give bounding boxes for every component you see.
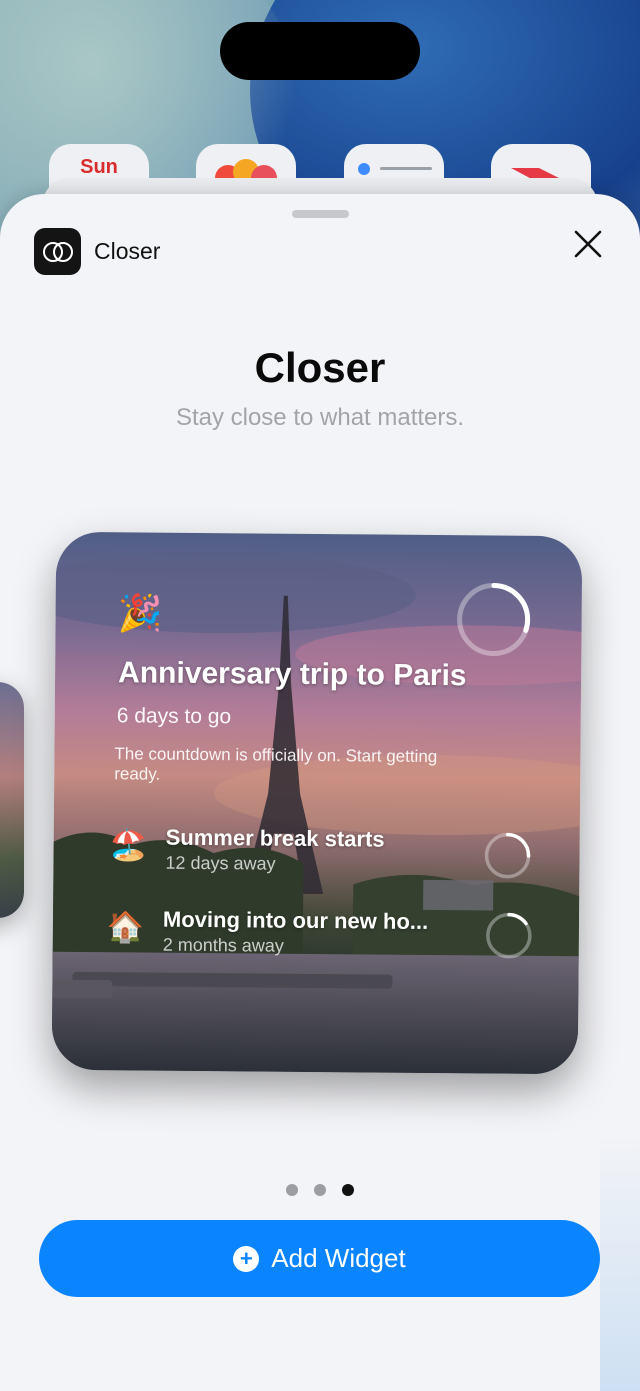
page-subtitle: Stay close to what matters. bbox=[175, 404, 465, 431]
upcoming-progress-ring bbox=[484, 832, 531, 879]
dynamic-island bbox=[220, 22, 420, 80]
widget-gallery-sheet: Closer Closer Stay close to what matters… bbox=[0, 194, 640, 1391]
main-event-title: Anniversary trip to Paris bbox=[117, 656, 467, 693]
add-widget-button[interactable]: + Add Widget bbox=[39, 1220, 600, 1297]
page-title: Closer bbox=[254, 344, 386, 391]
countdown-widget-preview[interactable]: 🎉 Anniversary trip to Paris 6 days to go… bbox=[51, 531, 583, 1075]
upcoming-event-subtitle: 2 months away bbox=[162, 934, 284, 956]
calendar-day-label: Sun bbox=[80, 156, 118, 178]
plus-circle-icon: + bbox=[233, 1245, 260, 1272]
upcoming-progress-ring bbox=[486, 912, 532, 959]
party-popper-emoji: 🎉 bbox=[117, 592, 163, 634]
main-progress-ring bbox=[457, 583, 531, 657]
page-dot-active[interactable] bbox=[342, 1184, 354, 1196]
close-icon bbox=[574, 230, 602, 258]
house-emoji: 🏠 bbox=[106, 911, 145, 945]
page-dot[interactable] bbox=[314, 1184, 326, 1196]
app-name-label: Closer bbox=[94, 238, 161, 264]
close-button[interactable] bbox=[568, 224, 608, 264]
closer-app-icon bbox=[34, 228, 81, 275]
upcoming-event-title: Moving into our new ho... bbox=[162, 906, 429, 934]
sheet-grabber[interactable] bbox=[292, 210, 349, 218]
beach-emoji: 🏖️ bbox=[109, 829, 148, 863]
main-event-description: The countdown is officially on. Start ge… bbox=[114, 744, 438, 784]
upcoming-event-title: Summer break starts bbox=[165, 824, 385, 852]
page-indicator[interactable] bbox=[0, 1184, 640, 1196]
add-widget-label: Add Widget bbox=[271, 1243, 406, 1273]
main-event-countdown: 6 days to go bbox=[116, 704, 232, 729]
page-dot[interactable] bbox=[286, 1184, 298, 1196]
upcoming-event-subtitle: 12 days away bbox=[165, 852, 276, 874]
previous-widget-preview[interactable] bbox=[0, 682, 24, 918]
